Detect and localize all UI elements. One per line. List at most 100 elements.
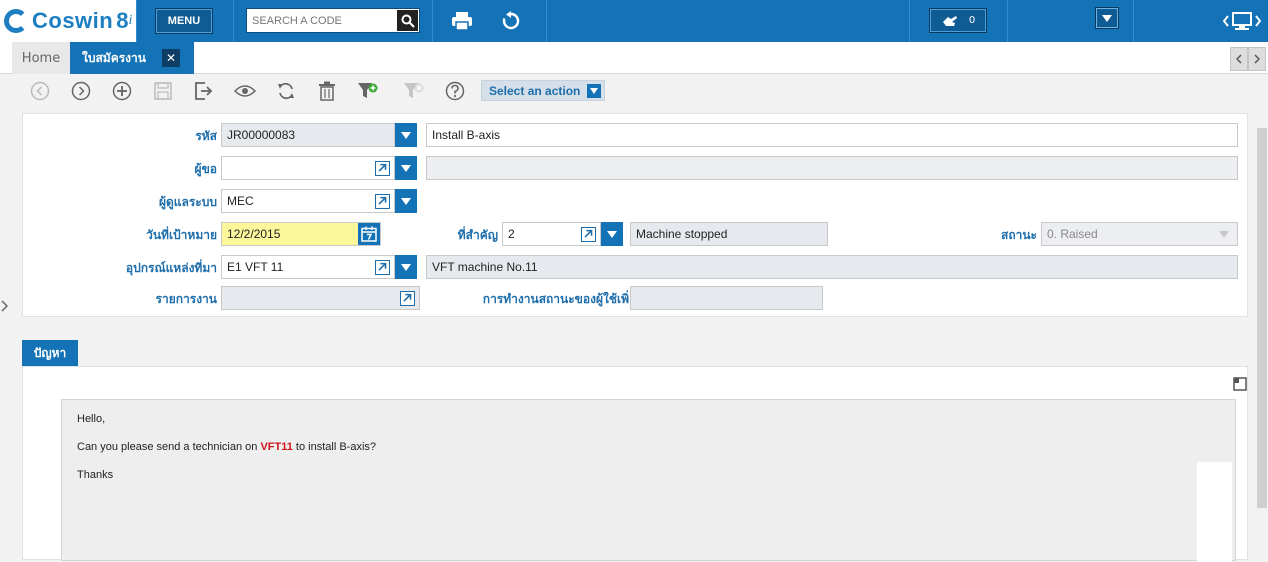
help-button[interactable] <box>444 80 466 102</box>
scrollbar-thumb[interactable] <box>1257 128 1267 508</box>
hand-icon <box>942 15 957 26</box>
open-link-icon[interactable] <box>375 161 390 176</box>
open-link-icon[interactable] <box>375 260 390 275</box>
tab-label: ใบสมัครงาน <box>82 50 146 65</box>
search-button[interactable] <box>397 10 418 31</box>
requester-dropdown-button[interactable] <box>395 156 417 180</box>
user-status-label: การทำงานสถานะของผู้ใช้เพิ่ <box>482 291 629 306</box>
source-equipment-field[interactable]: E1 VFT 11 <box>221 255 417 279</box>
open-link-icon[interactable] <box>400 291 415 306</box>
calendar-icon <box>361 226 377 242</box>
sysadmin-value: MEC <box>227 194 254 208</box>
side-panel-toggle[interactable] <box>0 300 10 312</box>
open-link-icon[interactable] <box>375 194 390 209</box>
print-icon <box>452 12 472 31</box>
filter-add-icon <box>358 83 378 98</box>
message-body: Can you please send a technician on VFT1… <box>77 441 376 453</box>
source-equipment-description: VFT machine No.11 <box>432 260 538 274</box>
divider <box>136 0 137 42</box>
requester-name-field <box>426 156 1238 180</box>
plus-circle-icon <box>112 81 132 101</box>
remove-filter-button[interactable] <box>403 80 425 102</box>
code-dropdown-button[interactable] <box>395 123 417 147</box>
problem-message[interactable]: Hello, Can you please send a technician … <box>61 399 1236 562</box>
chevron-down-icon <box>590 88 598 94</box>
chevron-down-icon <box>401 197 411 205</box>
view-button[interactable] <box>234 80 256 102</box>
message-body-end: to install B-axis? <box>292 441 377 453</box>
sysadmin-dropdown-button[interactable] <box>395 189 417 213</box>
chevron-right-icon <box>1 300 9 312</box>
save-button[interactable] <box>152 80 174 102</box>
save-icon <box>154 82 172 100</box>
app-logo[interactable]: Coswin 8 i <box>0 0 136 42</box>
chevron-right-icon <box>1254 54 1260 64</box>
chevron-left-icon <box>1236 54 1242 64</box>
target-date-field[interactable]: 12/2/2015 <box>221 222 381 246</box>
sync-icon <box>278 82 294 100</box>
refresh-button[interactable] <box>498 8 524 34</box>
source-equipment-description-field: VFT machine No.11 <box>426 255 1238 279</box>
tab-job-request[interactable]: ใบสมัครงาน ✕ <box>70 42 194 74</box>
user-menu-dropdown[interactable] <box>1095 7 1119 29</box>
divider <box>1133 0 1134 42</box>
tab-home[interactable]: Home <box>12 42 70 74</box>
tab-scroll-right-button[interactable] <box>1248 47 1266 71</box>
print-button[interactable] <box>449 8 475 34</box>
priority-description-field: Machine stopped <box>630 222 828 246</box>
code-value: JR00000083 <box>227 128 296 142</box>
trash-icon <box>319 81 335 101</box>
search-icon <box>401 14 415 28</box>
close-tab-button[interactable]: ✕ <box>162 49 180 67</box>
message-greeting: Hello, <box>77 413 106 425</box>
chevron-down-icon <box>401 131 411 139</box>
notifications-button[interactable]: 0 <box>929 8 987 33</box>
add-record-button[interactable] <box>111 80 133 102</box>
status-select[interactable]: 0. Raised <box>1041 222 1238 246</box>
job-request-form: รหัส JR00000083 Install B-axis ผู้ขอ ผู้… <box>22 113 1248 317</box>
filter-remove-icon <box>404 83 424 98</box>
status-label: สถานะ <box>1001 227 1037 242</box>
tab-problem[interactable]: ปัญหา <box>22 340 78 367</box>
logo-suffix: i <box>128 13 133 28</box>
priority-dropdown-button[interactable] <box>601 222 623 246</box>
work-list-field[interactable] <box>221 286 420 310</box>
tab-scroll-left-button[interactable] <box>1230 47 1248 71</box>
logo-version: 8 <box>116 8 129 33</box>
delete-button[interactable] <box>316 80 338 102</box>
monitor-icon <box>1222 12 1262 30</box>
calendar-button[interactable] <box>358 223 380 245</box>
description-field[interactable]: Install B-axis <box>426 123 1238 147</box>
screen-switch-button[interactable] <box>1220 8 1264 34</box>
search-input[interactable] <box>247 9 395 32</box>
help-icon <box>445 81 465 101</box>
sysadmin-field[interactable]: MEC <box>221 189 417 213</box>
chevron-down-icon <box>1102 14 1112 22</box>
menu-button[interactable]: MENU <box>155 8 213 34</box>
dropdown-arrow <box>587 84 601 98</box>
divider <box>1007 0 1008 42</box>
previous-record-button[interactable] <box>29 80 51 102</box>
source-equipment-dropdown-button[interactable] <box>395 255 417 279</box>
reload-button[interactable] <box>275 80 297 102</box>
target-date-value: 12/2/2015 <box>227 227 281 241</box>
export-button[interactable] <box>193 80 215 102</box>
open-link-icon[interactable] <box>581 227 596 242</box>
priority-field[interactable]: 2 <box>502 222 623 246</box>
circle-right-icon <box>71 81 91 101</box>
requester-label: ผู้ขอ <box>194 161 217 176</box>
requester-field[interactable] <box>221 156 417 180</box>
record-toolbar: Select an action <box>0 75 1268 107</box>
sysadmin-label: ผู้ดูแลระบบ <box>158 194 217 209</box>
divider <box>432 0 433 42</box>
priority-value: 2 <box>508 227 515 241</box>
logo-c-icon <box>4 9 28 33</box>
code-field[interactable]: JR00000083 <box>221 123 417 147</box>
expand-editor-icon[interactable] <box>1233 375 1247 391</box>
add-filter-button[interactable] <box>357 80 379 102</box>
source-equipment-value: E1 VFT 11 <box>227 260 284 274</box>
select-action-label: Select an action <box>489 83 581 98</box>
logo-text: Coswin <box>32 8 114 33</box>
select-action-dropdown[interactable]: Select an action <box>481 80 605 101</box>
next-record-button[interactable] <box>70 80 92 102</box>
